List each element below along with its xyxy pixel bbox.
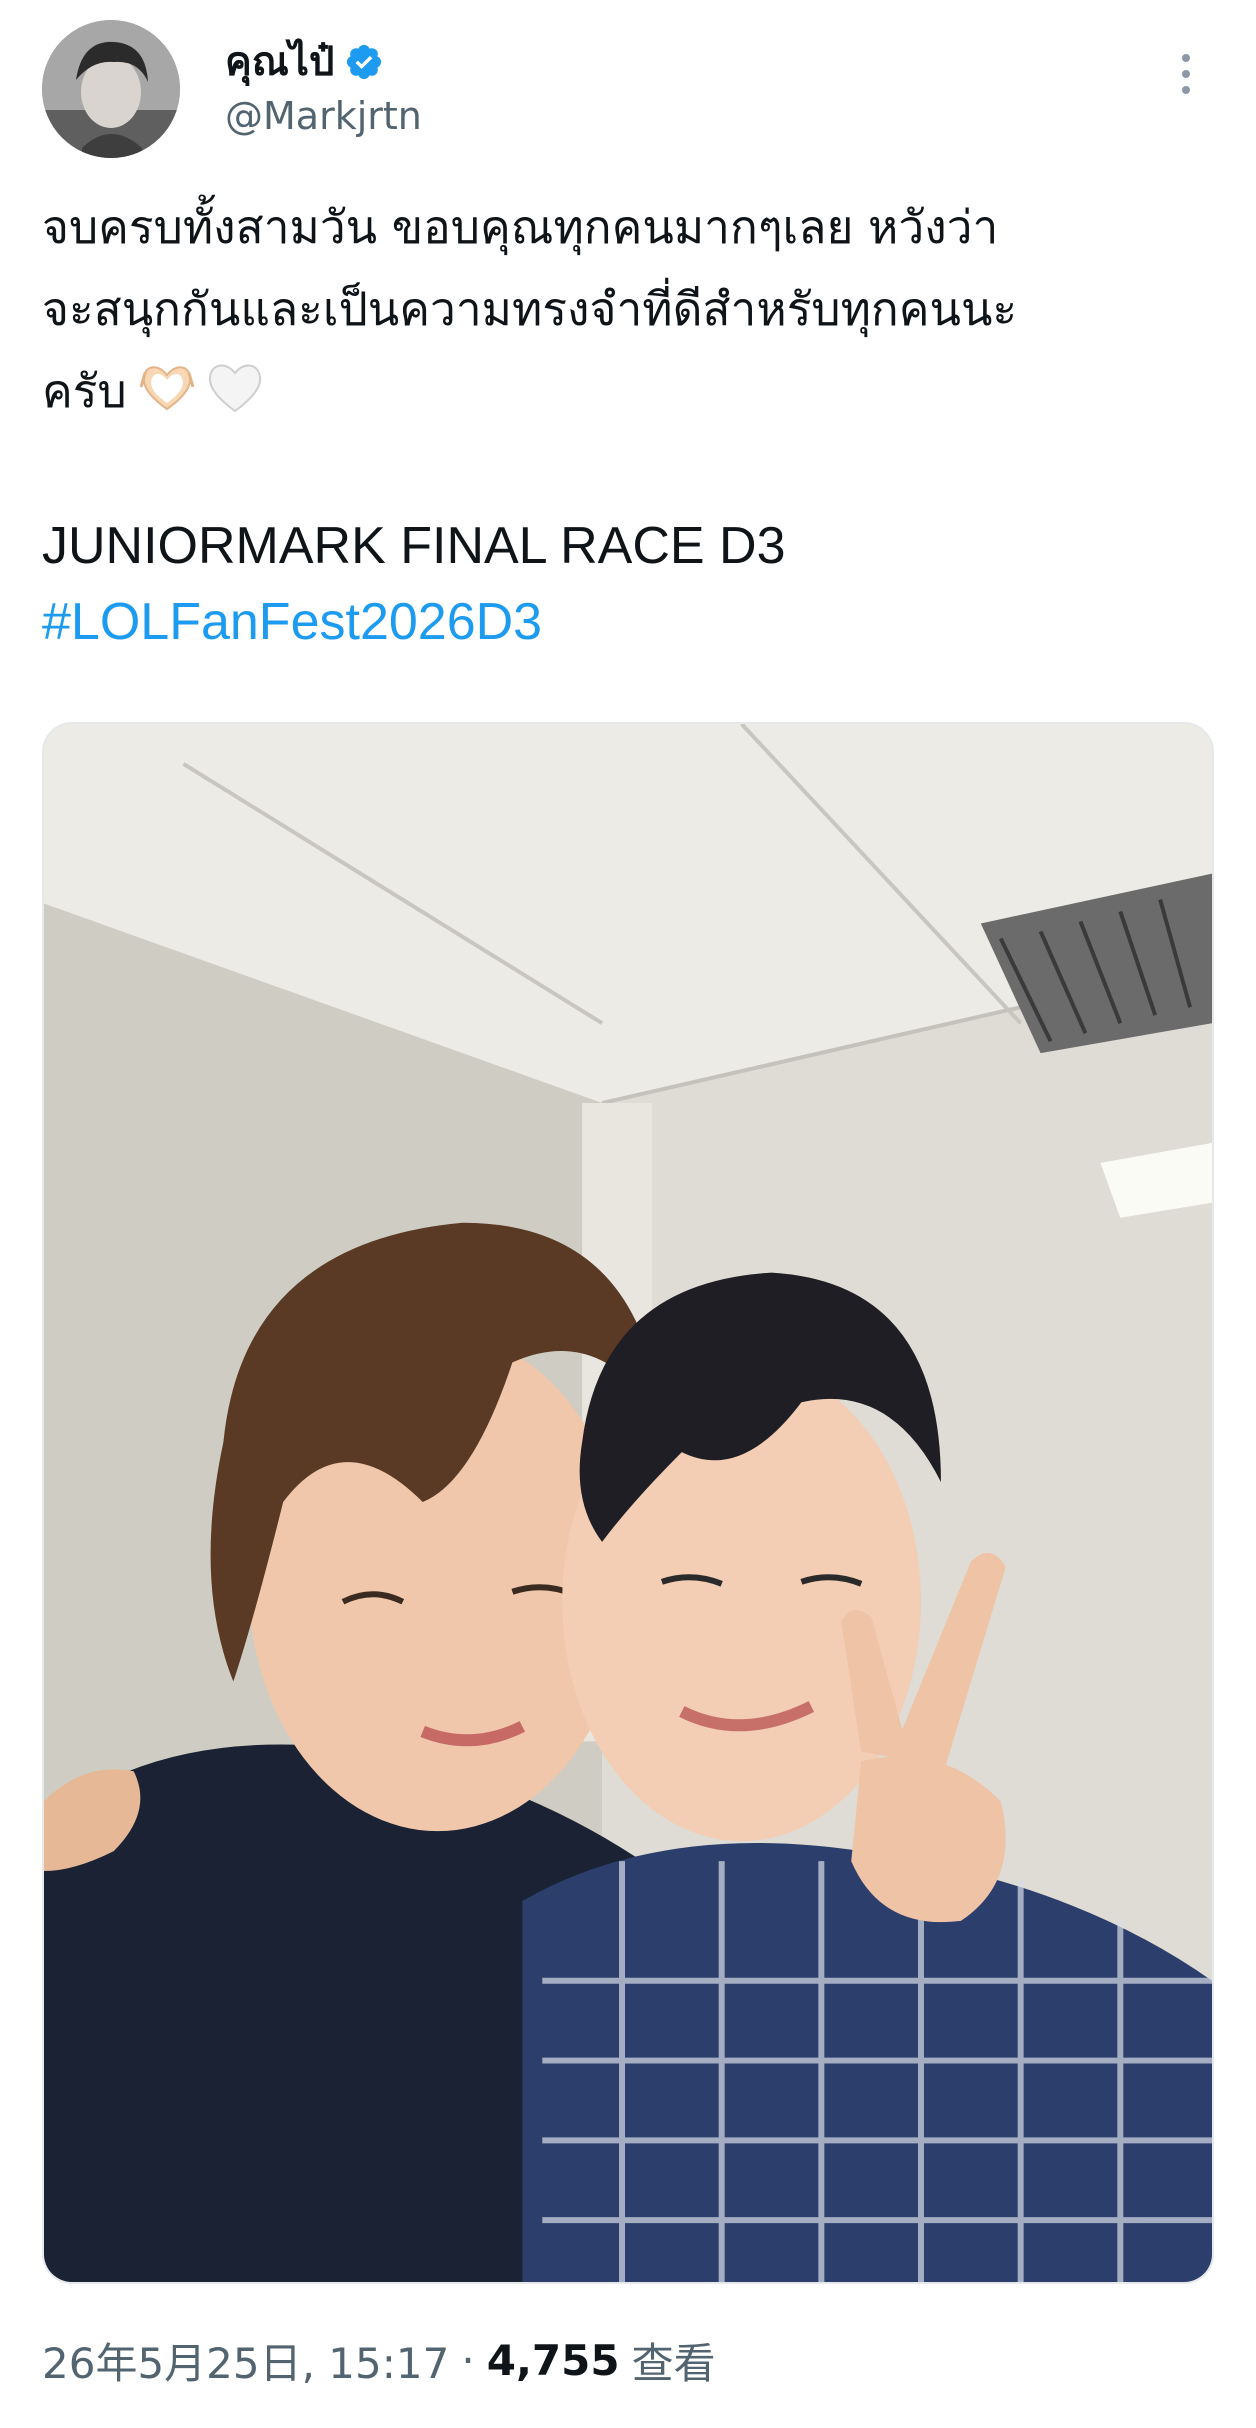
- more-dot: [1182, 86, 1190, 94]
- tweet-header: คุณไป๋ @Markjrtn: [0, 0, 1256, 170]
- views-label: 查看: [631, 2338, 716, 2388]
- more-options-button[interactable]: [1168, 46, 1204, 102]
- more-vertical-icon: [1182, 54, 1190, 62]
- author-avatar[interactable]: [42, 20, 180, 158]
- views-count: 4,755: [486, 2335, 620, 2385]
- emoji-row: [137, 359, 265, 415]
- meta-separator: ·: [461, 2335, 475, 2385]
- white-heart-emoji-icon: [208, 364, 261, 413]
- tweet-timestamp[interactable]: 26年5月25日, 15:17: [42, 2330, 449, 2391]
- tweet-body: จบครบทั้งสามวัน ขอบคุณทุกคนมากๆเลย หวังว…: [42, 186, 1222, 432]
- author-handle[interactable]: @Markjrtn: [225, 88, 422, 144]
- author-display-name[interactable]: คุณไป๋: [225, 30, 334, 94]
- hashtag-link[interactable]: #LOLFanFest2026D3: [42, 584, 542, 660]
- author-name-row[interactable]: คุณไป๋: [225, 30, 384, 94]
- heart-hands-emoji-icon: [139, 366, 195, 411]
- tweet-photo[interactable]: [42, 722, 1214, 2284]
- tweet-meta: 26年5月25日, 15:17 · 4,755 查看: [42, 2328, 716, 2392]
- user-avatar-icon: [42, 20, 180, 158]
- selfie-photo-icon: [44, 724, 1212, 2282]
- more-dot: [1182, 70, 1190, 78]
- tweet-title-line: JUNIORMARK FINAL RACE D3: [42, 517, 786, 575]
- verified-badge-icon: [347, 44, 382, 80]
